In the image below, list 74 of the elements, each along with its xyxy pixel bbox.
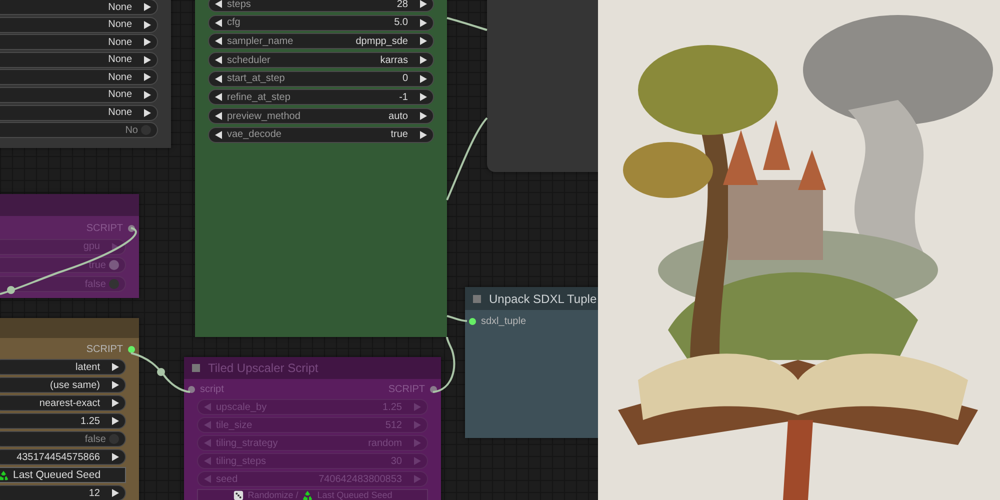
reroute-dot[interactable] xyxy=(7,286,15,294)
graph-node[interactable]: Unpack SDXL Tuple sdxl_tuple xyxy=(465,287,598,438)
reroute-dot[interactable] xyxy=(157,368,165,376)
field-value: (use same) xyxy=(50,380,100,390)
link-wire xyxy=(446,315,468,322)
field-value: latent xyxy=(76,362,100,372)
link-wire xyxy=(446,17,488,31)
toggle-icon[interactable] xyxy=(109,279,119,290)
value-field[interactable]: None xyxy=(0,86,158,103)
node-title: Unpack SDXL Tuple xyxy=(489,292,597,306)
value-field[interactable]: None xyxy=(0,34,158,50)
field-value: None xyxy=(108,54,132,66)
toggle-icon[interactable] xyxy=(109,434,119,444)
value-field[interactable]: None xyxy=(0,52,158,68)
field-label: cfg xyxy=(227,17,242,28)
toggle-field[interactable]: false xyxy=(0,431,126,447)
value-field[interactable]: None xyxy=(0,69,158,86)
field-value: -1 xyxy=(399,92,408,103)
toggle-label: No xyxy=(125,124,138,136)
slot-label: SCRIPT xyxy=(388,384,425,394)
field-value: 0 xyxy=(402,73,408,84)
slot-label: SCRIPT xyxy=(86,344,123,354)
toggle-label: false xyxy=(84,434,106,444)
collapse-icon[interactable] xyxy=(473,294,481,302)
graph-node[interactable]: SCRIPT latent (use same) nearest-exact 1.25 false 435174454575866 Last Queued Seed 12 xyxy=(0,318,139,500)
field-value: None xyxy=(108,107,132,118)
field-value: None xyxy=(108,36,132,48)
value-field[interactable]: (use same) xyxy=(0,377,126,393)
value-field[interactable]: None xyxy=(0,104,158,121)
field-label: preview_method xyxy=(227,110,302,122)
node-title: Tiled Upscaler Script xyxy=(208,361,318,375)
input-slot-dot[interactable] xyxy=(469,318,476,324)
field-label: start_at_step xyxy=(227,73,286,84)
value-field[interactable]: latent xyxy=(0,359,126,375)
field-label: scheduler xyxy=(227,54,272,66)
toggle-icon[interactable] xyxy=(109,260,119,270)
field-value: None xyxy=(108,89,132,100)
field-value: None xyxy=(108,19,132,30)
value-field[interactable]: None xyxy=(0,16,158,33)
field-value: 1.25 xyxy=(80,416,100,426)
value-field[interactable]: None xyxy=(0,0,158,15)
toggle-icon[interactable] xyxy=(141,125,151,136)
recycle-icon xyxy=(302,490,314,500)
field-value: 5.0 xyxy=(394,17,408,28)
slot-label: script xyxy=(200,384,224,394)
value-field[interactable]: 435174454575866 xyxy=(0,449,126,465)
field-value: None xyxy=(108,2,132,12)
graph-node[interactable] xyxy=(487,0,598,172)
field-label: steps xyxy=(227,0,252,10)
seed-button[interactable]: Last Queued Seed xyxy=(0,467,126,483)
value-field[interactable]: 1.25 xyxy=(0,413,126,429)
field-value: true xyxy=(390,129,408,140)
field-label: refine_at_step xyxy=(227,92,292,103)
field-label: vae_decode xyxy=(227,129,282,140)
field-value: None xyxy=(108,72,132,83)
field-value: karras xyxy=(380,54,408,66)
value-field[interactable]: 12 xyxy=(0,485,126,500)
dice-icon xyxy=(232,490,244,500)
field-value: 12 xyxy=(88,488,100,498)
field-value: auto xyxy=(388,110,408,122)
link-wire xyxy=(130,352,190,393)
recycle-icon xyxy=(0,470,9,480)
slot-label: sdxl_tuple xyxy=(481,316,526,326)
field-value: nearest-exact xyxy=(39,398,100,408)
field-value: 435174454575866 xyxy=(16,452,100,462)
graph-node[interactable]: None None None None None None None No xyxy=(0,0,171,148)
right-arrow-icon[interactable] xyxy=(112,242,119,251)
link-wire xyxy=(432,336,456,393)
input-slot-dot[interactable] xyxy=(188,386,195,392)
output-slot-dot[interactable] xyxy=(128,346,135,352)
field-value: dpmpp_sde xyxy=(356,36,408,47)
toggle-field[interactable]: No xyxy=(0,122,158,138)
field-label: sampler_name xyxy=(227,36,294,47)
value-field[interactable]: nearest-exact xyxy=(0,395,126,411)
